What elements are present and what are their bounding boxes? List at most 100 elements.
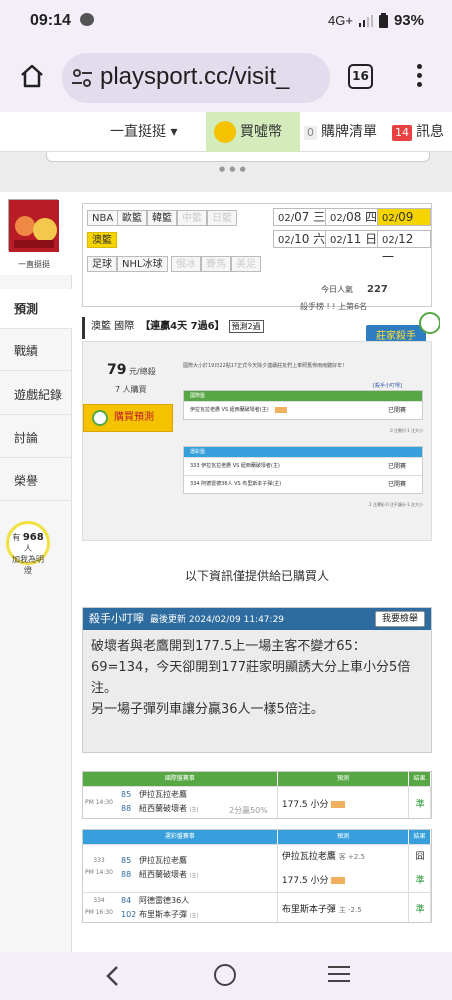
game-no: 334 — [93, 897, 105, 904]
home-team: 88 紐西蘭破壞者 (主) — [121, 803, 198, 814]
date-day: 10 六 — [294, 232, 326, 246]
message-label: 訊息 — [416, 124, 444, 140]
sidebar: 一直挺挺 預測 戰績 遊戲紀錄 討論 榮譽 有 968 人 加我為明燈 — [0, 195, 72, 955]
col-sports-match: 運彩盤賽事 — [83, 830, 278, 844]
date-0212[interactable]: 02/12 一 — [377, 230, 431, 264]
team-name: 阿德雷德36人 — [139, 896, 190, 905]
user-dropdown-label: 一直挺挺 — [110, 124, 166, 140]
tips-title: 殺手小叮嚀 — [89, 612, 144, 625]
avatar-image — [9, 200, 59, 252]
game-time: PM 14:30 — [85, 869, 113, 876]
result-mark: 準 — [415, 905, 425, 915]
team-name: 伊拉瓦拉老鷹 — [139, 856, 187, 865]
sidebar-item-predict[interactable]: 預測 — [0, 289, 72, 329]
date-day: 11 日 — [346, 232, 378, 246]
message-count: 14 — [392, 125, 412, 141]
result-mark: 囧 — [415, 852, 425, 862]
away-team: 85 伊拉瓦拉老鷹 — [121, 789, 187, 800]
pick-text: 布里斯本子彈 主 -2.5 — [282, 902, 362, 915]
status-icons: 4G+ 93% — [328, 12, 424, 29]
league-nba[interactable]: NBA — [87, 210, 119, 226]
banner-edge — [46, 152, 430, 162]
match-cell: 334 PM 16:30 84 阿德雷德36人 102 布里斯本子彈 (主) — [83, 893, 278, 922]
sidebar-item-game-log[interactable]: 遊戲紀錄 — [0, 375, 72, 415]
url-text[interactable]: playsport.cc/visit_ — [100, 63, 328, 91]
home-nav-icon[interactable] — [214, 964, 236, 986]
date-0210[interactable]: 02/10 六 — [273, 230, 331, 248]
league-euro-bball[interactable]: 歐籃 — [117, 210, 147, 226]
prediction-preview: 79 元/總殺 7 人購買 購買預測 國際大小於19日22點17正式今天除夕連續… — [82, 341, 432, 541]
fans-bulb[interactable]: 有 968 人 加我為明燈 — [6, 521, 50, 575]
pick-text: 177.5 小分 — [282, 797, 345, 810]
league-nhl[interactable]: NHL冰球 — [117, 256, 168, 272]
status-time: 09:14 — [30, 12, 71, 29]
pick-value: 177.5 小分 — [281, 876, 329, 886]
col-pick: 預測 — [277, 772, 410, 786]
date-0208[interactable]: 02/08 四 — [325, 208, 383, 226]
pick-odd: 主 -2.5 — [338, 906, 362, 914]
visitors-count: 今日人氣 227 — [321, 284, 388, 295]
date-0211[interactable]: 02/11 日 — [325, 230, 383, 248]
game-no: 333 — [190, 463, 200, 469]
preview-sports-row: 333 伊拉瓦拉老鷹 VS 紐西蘭破壞者(主) 已開賽 — [184, 457, 422, 475]
preview-intl-foot: 0 注需付‧1 注大小 — [390, 428, 423, 433]
site-settings-icon[interactable] — [72, 69, 92, 87]
cart-link[interactable]: 0 購牌清單 — [304, 112, 377, 152]
sports-result-table: 運彩盤賽事 預測 結果 333 PM 14:30 85 伊拉瓦拉老鷹 88 紐西蘭破… — [82, 829, 432, 923]
pick-text: 伊拉瓦拉老鷹 客 +2.5 — [282, 849, 365, 862]
home-mark: (主) — [189, 873, 199, 879]
user-dropdown[interactable]: 一直挺挺 ▾ — [110, 112, 177, 152]
result-cell: 準 — [409, 787, 431, 818]
date-0209[interactable]: 02/09 五 — [377, 208, 431, 242]
visitors-value: 227 — [367, 284, 388, 295]
pick-cell: 伊拉瓦拉老鷹 客 +2.5 177.5 小分 — [278, 845, 410, 892]
recent-apps-icon[interactable] — [328, 966, 350, 984]
pick-cell: 布里斯本子彈 主 -2.5 — [278, 893, 410, 922]
sidebar-item-honor[interactable]: 榮譽 — [0, 461, 72, 501]
pick-text: 177.5 小分 — [282, 873, 345, 886]
date-0207[interactable]: 02/07 三 — [273, 208, 331, 226]
buy-prediction-button[interactable]: 購買預測 — [83, 404, 173, 432]
table-row: PM 14:30 85 伊拉瓦拉老鷹 88 紐西蘭破壞者 (主) 2分贏50% 17… — [83, 786, 431, 818]
message-link[interactable]: 14 訊息 — [392, 112, 444, 152]
league-china-bball: 中籃 — [177, 210, 207, 226]
system-nav-bar — [0, 952, 452, 1000]
carousel-dots[interactable]: ● ● ● — [219, 165, 247, 173]
league-soccer[interactable]: 足球 — [87, 256, 117, 272]
date-month: 02/ — [278, 235, 295, 246]
site-top-nav: 一直挺挺 ▾ 買噓幣 0 購牌清單 14 訊息 — [0, 112, 452, 152]
tips-header: 殺手小叮嚀 最後更新 2024/02/09 11:47:29 我要檢舉 — [83, 608, 431, 630]
team-no: 88 — [121, 870, 132, 879]
league-aus-bball[interactable]: 澳籃 — [87, 232, 117, 248]
date-month: 02/ — [330, 235, 347, 246]
preview-intl-header: 國際盤 — [184, 391, 422, 401]
sidebar-item-discussion[interactable]: 討論 — [0, 418, 72, 458]
buy-coin-link[interactable]: 買噓幣 — [206, 112, 300, 152]
coin-icon — [214, 121, 236, 143]
avatar[interactable] — [8, 199, 59, 252]
visitors-label: 今日人氣 — [321, 285, 353, 294]
filter-card: NBA 歐籃 韓籃 中籃 日籃 澳籃 足球 NHL冰球 俄冰 賽馬 美足 02/… — [82, 203, 432, 307]
preview-tip-link[interactable]: [殺手小叮嚀] — [373, 382, 402, 389]
game-no: 333 — [93, 857, 105, 864]
col-result: 結果 — [409, 830, 431, 844]
address-bar[interactable]: playsport.cc/visit_ — [62, 53, 330, 103]
fans-prefix: 有 — [12, 533, 21, 542]
result-mark: 準 — [415, 800, 425, 810]
sidebar-item-record[interactable]: 戰績 — [0, 331, 72, 371]
status-bar: 09:14 4G+ 93% — [0, 0, 452, 42]
league-korea-bball[interactable]: 韓籃 — [147, 210, 177, 226]
home-mark: (主) — [189, 807, 199, 813]
user-name[interactable]: 一直挺挺 — [0, 259, 68, 270]
home-icon[interactable] — [18, 62, 46, 90]
preview-price: 79 元/總殺 — [107, 362, 156, 378]
league-horse: 賽馬 — [201, 256, 231, 272]
pick-value: 布里斯本子彈 — [281, 905, 336, 915]
tab-switcher-button[interactable]: 16 — [348, 64, 373, 89]
team-name: 布里斯本子彈 — [139, 910, 187, 919]
preview-match: 阿德雷德36人 VS 布里斯本子彈(主) — [201, 481, 282, 487]
tips-updated: 最後更新 2024/02/09 11:47:29 — [150, 615, 285, 625]
more-menu-icon[interactable] — [414, 64, 424, 90]
back-icon[interactable] — [103, 964, 123, 988]
report-button[interactable]: 我要檢舉 — [374, 611, 425, 627]
